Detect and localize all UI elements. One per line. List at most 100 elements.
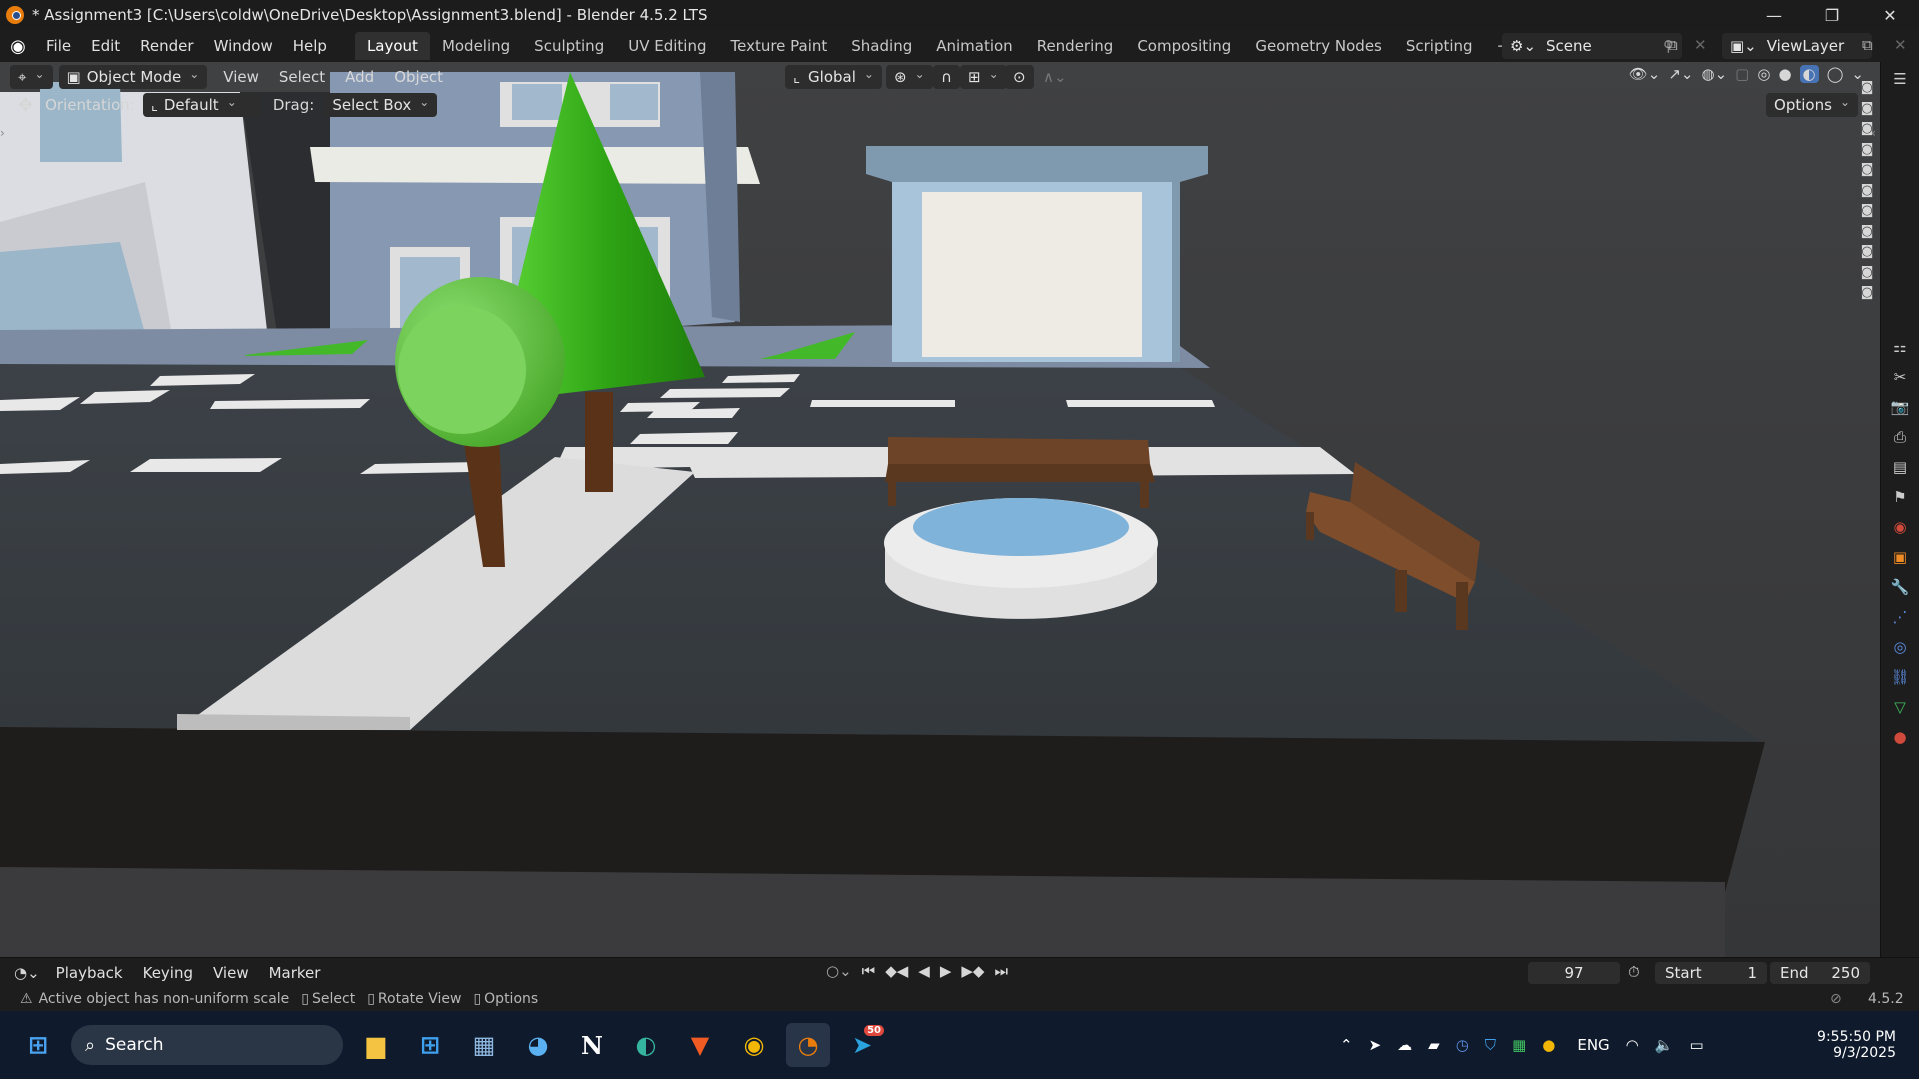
output-properties-icon[interactable]: ⎙: [1888, 426, 1912, 448]
onedrive-tray-icon[interactable]: ☁: [1397, 1036, 1412, 1054]
data-properties-icon[interactable]: ▽: [1888, 696, 1912, 718]
current-frame-field[interactable]: 97: [1528, 962, 1620, 984]
tab-rendering[interactable]: Rendering: [1025, 32, 1126, 60]
blender-menu-icon[interactable]: ◉: [0, 36, 36, 57]
editor-type-selector[interactable]: ⌖: [10, 65, 53, 89]
next-keyframe-icon[interactable]: ▶◆: [961, 962, 984, 980]
menu-keying[interactable]: Keying: [143, 964, 193, 982]
pivot-point-selector[interactable]: ⊛: [886, 65, 933, 89]
edge-browser-icon[interactable]: ◐: [624, 1023, 668, 1067]
view-layer-properties-icon[interactable]: ▤: [1888, 456, 1912, 478]
camera-icon[interactable]: ◙: [1861, 183, 1874, 204]
delete-scene-icon[interactable]: ✕: [1694, 36, 1707, 54]
modifier-properties-icon[interactable]: 🔧: [1888, 576, 1912, 598]
tab-animation[interactable]: Animation: [924, 32, 1024, 60]
camera-icon[interactable]: ◙: [1861, 142, 1874, 163]
tool-properties-icon[interactable]: ✂: [1888, 366, 1912, 388]
orientation-selector[interactable]: ⌞ Default: [142, 93, 261, 117]
new-scene-icon[interactable]: ⧉: [1667, 36, 1678, 54]
chrome-browser-icon[interactable]: ◉: [732, 1023, 776, 1067]
app-tray-icon[interactable]: ▦: [1512, 1036, 1526, 1054]
material-properties-icon[interactable]: ●: [1888, 726, 1912, 748]
particles-properties-icon[interactable]: ⋰: [1888, 606, 1912, 628]
new-view-layer-icon[interactable]: ⧉: [1862, 36, 1873, 54]
prev-keyframe-icon[interactable]: ◆◀: [885, 962, 908, 980]
notion-icon[interactable]: N: [570, 1023, 614, 1067]
menu-window[interactable]: Window: [204, 37, 283, 55]
menu-view[interactable]: View: [223, 68, 259, 86]
tab-sculpting[interactable]: Sculpting: [522, 32, 616, 60]
tab-uv-editing[interactable]: UV Editing: [616, 32, 718, 60]
drag-selector[interactable]: Select Box: [324, 93, 438, 117]
camera-icon[interactable]: ◙: [1861, 121, 1874, 142]
blender-taskbar-icon[interactable]: ◔: [786, 1023, 830, 1067]
telegram-icon[interactable]: ➤ 50: [840, 1023, 884, 1067]
play-reverse-icon[interactable]: ◀: [918, 962, 930, 980]
constraints-properties-icon[interactable]: ⛓: [1888, 666, 1912, 688]
material-preview-icon[interactable]: ◐: [1799, 65, 1819, 83]
jump-end-icon[interactable]: ⏭: [994, 962, 1008, 980]
end-frame-field[interactable]: End 250: [1770, 962, 1870, 984]
paint-app-icon[interactable]: ◕: [516, 1023, 560, 1067]
weather-tray-icon[interactable]: ●: [1542, 1036, 1555, 1054]
menu-help[interactable]: Help: [283, 37, 337, 55]
camera-icon[interactable]: ◙: [1861, 101, 1874, 122]
start-button-icon[interactable]: ⊞: [16, 1023, 60, 1067]
snap-toggle[interactable]: ∩: [933, 65, 960, 89]
render-properties-icon[interactable]: 📷: [1888, 396, 1912, 418]
clock-tray-icon[interactable]: ◷: [1456, 1036, 1469, 1054]
battery-icon[interactable]: ▭: [1689, 1036, 1703, 1054]
menu-edit[interactable]: Edit: [81, 37, 130, 55]
microsoft-store-icon[interactable]: ⊞: [408, 1023, 452, 1067]
menu-object[interactable]: Object: [394, 68, 443, 86]
clock[interactable]: 9:55:50 PM 9/3/2025: [1810, 1011, 1896, 1079]
proportional-editing-toggle[interactable]: ⊙: [1005, 65, 1034, 89]
rendered-shading-icon[interactable]: ◯: [1827, 65, 1844, 83]
security-tray-icon[interactable]: ⛉: [1485, 1036, 1496, 1054]
options-dropdown[interactable]: Options: [1766, 93, 1858, 117]
menu-playback[interactable]: Playback: [56, 964, 123, 982]
toolbar-expand-icon[interactable]: ›: [0, 126, 5, 140]
tab-scripting[interactable]: Scripting: [1394, 32, 1485, 60]
language-indicator[interactable]: ENG: [1577, 1036, 1609, 1054]
show-hidden-icons-icon[interactable]: ⌃: [1340, 1036, 1353, 1054]
menu-file[interactable]: File: [36, 37, 81, 55]
maximize-button[interactable]: ❐: [1803, 0, 1861, 30]
physics-properties-icon[interactable]: ◎: [1888, 636, 1912, 658]
volume-icon[interactable]: 🔈: [1655, 1036, 1674, 1054]
auto-keying-icon[interactable]: ○⌄: [826, 962, 852, 980]
camera-icon[interactable]: ◙: [1861, 285, 1874, 306]
snap-target-selector[interactable]: ⊞: [960, 65, 1007, 89]
brave-browser-icon[interactable]: ▼: [678, 1023, 722, 1067]
tab-compositing[interactable]: Compositing: [1125, 32, 1243, 60]
jump-start-icon[interactable]: ⏮: [862, 962, 876, 980]
play-icon[interactable]: ▶: [940, 962, 952, 980]
tab-modeling[interactable]: Modeling: [430, 32, 522, 60]
telegram-tray-icon[interactable]: ➤: [1369, 1036, 1382, 1054]
scene-selector[interactable]: ⚙⌄ Scene ⚲: [1502, 33, 1682, 59]
transform-orientation-selector[interactable]: ⌞ Global: [785, 65, 882, 89]
menu-marker[interactable]: Marker: [269, 964, 321, 982]
falloff-selector[interactable]: ∧⌄: [1035, 65, 1075, 89]
menu-select[interactable]: Select: [279, 68, 325, 86]
camera-icon[interactable]: ◙: [1861, 244, 1874, 265]
visibility-icon[interactable]: 👁⌄: [1629, 65, 1661, 83]
minimize-button[interactable]: —: [1745, 0, 1803, 30]
wireframe-shading-icon[interactable]: ◎: [1757, 65, 1770, 83]
start-frame-field[interactable]: Start 1: [1655, 962, 1767, 984]
delete-view-layer-icon[interactable]: ✕: [1894, 36, 1907, 54]
camera-icon[interactable]: ◙: [1861, 265, 1874, 286]
solid-shading-icon[interactable]: ●: [1778, 65, 1791, 83]
scene-render[interactable]: [0, 62, 1880, 957]
tab-layout[interactable]: Layout: [354, 32, 430, 60]
object-properties-icon[interactable]: ▣: [1888, 546, 1912, 568]
close-button[interactable]: ✕: [1861, 0, 1919, 30]
outliner-filter-icon[interactable]: ☰: [1888, 68, 1912, 90]
scene-properties-icon[interactable]: ⚑: [1888, 486, 1912, 508]
file-explorer-icon[interactable]: ▆: [354, 1023, 398, 1067]
gizmo-icon[interactable]: ↗⌄: [1668, 65, 1693, 83]
camera-icon[interactable]: ◙: [1861, 203, 1874, 224]
menu-timeline-view[interactable]: View: [213, 964, 249, 982]
properties-toggle-icon[interactable]: ⚏: [1888, 336, 1912, 358]
camera-icon[interactable]: ◙: [1861, 80, 1874, 101]
